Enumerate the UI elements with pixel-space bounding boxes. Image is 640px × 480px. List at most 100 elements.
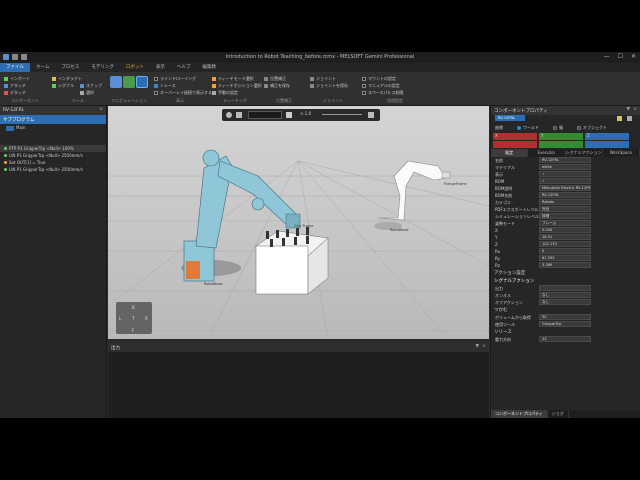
ribbon: インポート アタッチ デタッチ コンポーネント インタラクト シグナル スナップ… (0, 72, 640, 106)
tab-workspace[interactable]: WorkSpace (603, 149, 640, 157)
z-field[interactable]: Z (585, 133, 629, 140)
statement-row[interactable]: PTP P1 GripperTcp <Null> 100% (0, 145, 106, 152)
lock-icon[interactable] (617, 116, 622, 121)
coord-option-parent[interactable]: 親 (553, 125, 563, 131)
property-value[interactable]: 102.133 (539, 241, 591, 247)
y-field[interactable]: Y (539, 133, 583, 140)
attach-button[interactable]: アタッチ (4, 83, 26, 89)
x-field[interactable]: X (493, 133, 537, 140)
reset-icon[interactable] (236, 112, 242, 118)
interact-button[interactable]: インタラクト (52, 76, 82, 82)
pin-icon[interactable]: ▼ (627, 107, 630, 112)
close-icon[interactable]: ✕ (631, 53, 636, 60)
menu-file[interactable]: ファイル (0, 63, 30, 72)
property-row: カテゴリ Robots (491, 199, 640, 206)
property-value[interactable]: ✓ (539, 171, 591, 177)
ry-field[interactable] (539, 141, 583, 148)
settings-icon[interactable] (627, 116, 632, 121)
property-value[interactable]: 61.292 (539, 255, 591, 261)
tab-signal-action[interactable]: シグナルアクション (566, 149, 603, 157)
property-value[interactable]: 23 (539, 336, 591, 342)
component-name[interactable]: RV-12FRL (495, 115, 525, 121)
property-value[interactable]: なし (539, 299, 591, 305)
rz-field[interactable] (585, 141, 629, 148)
subprogram-header[interactable]: サブプログラム (0, 115, 106, 124)
pin-icon[interactable]: ▼ (476, 344, 479, 349)
second-robot[interactable] (374, 160, 451, 230)
speed-slider[interactable] (322, 114, 362, 115)
trace-toggle[interactable]: トレース (154, 83, 176, 89)
coord-option-object[interactable]: オブジェクト (577, 125, 607, 131)
property-value[interactable]: GripperTcp (539, 321, 591, 327)
action-section-header[interactable]: アクション設定 (491, 269, 640, 277)
pnp-icon[interactable] (136, 76, 148, 88)
property-value[interactable]: 完全 (539, 206, 591, 212)
coord-option-world[interactable]: ワールド (517, 125, 539, 131)
mount-settings-toggle[interactable]: マウントの設定 (362, 76, 396, 82)
settings-icon[interactable] (226, 112, 232, 118)
property-value[interactable]: 0 (539, 248, 591, 254)
tab-default[interactable]: 既定 (491, 149, 529, 157)
property-value[interactable]: 18.51 (539, 234, 591, 240)
snap-button[interactable]: スナップ (80, 83, 102, 89)
menu-view[interactable]: 表示 (150, 63, 171, 72)
property-value[interactable]: 3.389 (539, 262, 591, 268)
ribbon-group-label: 表示 (176, 98, 184, 103)
play-icon[interactable] (286, 112, 292, 118)
menu-modeling[interactable]: モデリング (85, 63, 120, 72)
menu-process[interactable]: プロセス (55, 63, 85, 72)
space-pulse-toggle[interactable]: スペースパルス制限 (362, 90, 404, 96)
property-value[interactable]: ✓ (539, 178, 591, 184)
property-value[interactable]: 詳細 (539, 213, 591, 219)
import-button[interactable]: インポート (4, 76, 30, 82)
close-icon[interactable]: × (99, 107, 103, 112)
view-cube[interactable]: B L T R F (116, 302, 152, 334)
maximize-icon[interactable]: ☐ (618, 53, 623, 60)
position-correction-button[interactable]: 位置補正 (264, 76, 286, 82)
teach-position-button[interactable]: ティーチポジション選択 (212, 83, 262, 89)
tab-executor[interactable]: Executor (528, 149, 566, 157)
select-button[interactable]: 選択 (80, 90, 94, 96)
minimize-icon[interactable]: — (604, 53, 610, 60)
property-value[interactable]: RV-12FRL (539, 157, 591, 163)
teach-mode-button[interactable]: ティーチモード選択 (212, 76, 254, 82)
work-table[interactable] (255, 227, 329, 295)
save-joint-button[interactable]: ジョイントを保存 (310, 83, 348, 89)
property-value[interactable]: なし (539, 292, 591, 298)
manual-settings-toggle[interactable]: マニュアルの設定 (362, 83, 400, 89)
menu-home[interactable]: ホーム (30, 63, 55, 72)
program-panel-header: RV-12FRL × (0, 106, 106, 115)
routine-icon (6, 125, 14, 131)
close-icon[interactable]: × (482, 344, 486, 349)
property-value[interactable]: 50 (539, 314, 591, 320)
overlay-toggle[interactable]: オーバーレイ接続で表示する (154, 90, 212, 96)
filter-icon[interactable] (368, 112, 374, 118)
menu-robot[interactable]: ロボット (120, 63, 150, 72)
statement-row[interactable]: LIN P1 GripperTcp <Null> 2500mm/s (0, 166, 106, 173)
menu-help[interactable]: ヘルプ (171, 63, 197, 72)
signal-button[interactable]: シグナル (52, 83, 74, 89)
main-routine[interactable]: Main (0, 124, 106, 131)
joint-button[interactable]: ジョイント (310, 76, 336, 82)
property-value[interactable] (539, 285, 591, 291)
rotate-icon[interactable] (123, 76, 135, 88)
property-value[interactable]: RV-12FRL (539, 192, 591, 198)
line-drawing-toggle[interactable]: ラインドローイング (154, 76, 196, 82)
3d-viewport[interactable]: B L T R F RobotBase Grip Frame RobotBase… (108, 106, 489, 339)
tab-component-properties[interactable]: コンポーネントプロパティ (491, 410, 548, 418)
save-correction-button[interactable]: 補正を保存 (264, 83, 290, 89)
property-value[interactable]: Robots (539, 199, 591, 205)
rx-field[interactable] (493, 141, 537, 148)
menu-edit[interactable]: 編集精 (196, 63, 222, 72)
tab-jog[interactable]: ジョグ (548, 410, 569, 418)
statement-row[interactable]: Set OUT[1] = True (0, 159, 106, 166)
statement-row[interactable]: LIN P1 GripperTcp <Null> 2500mm/s (0, 152, 106, 159)
property-value[interactable]: フレーム (539, 220, 591, 226)
property-value[interactable]: white (539, 164, 591, 170)
move-icon[interactable] (110, 76, 122, 88)
property-value[interactable]: 0.000 (539, 227, 591, 233)
property-value[interactable]: Mitsubishi Electric RV-12FRL (539, 185, 591, 191)
close-icon[interactable]: × (633, 107, 637, 112)
detach-button[interactable]: デタッチ (4, 90, 26, 96)
manual-settings-button[interactable]: 手動の設定 (212, 90, 238, 96)
